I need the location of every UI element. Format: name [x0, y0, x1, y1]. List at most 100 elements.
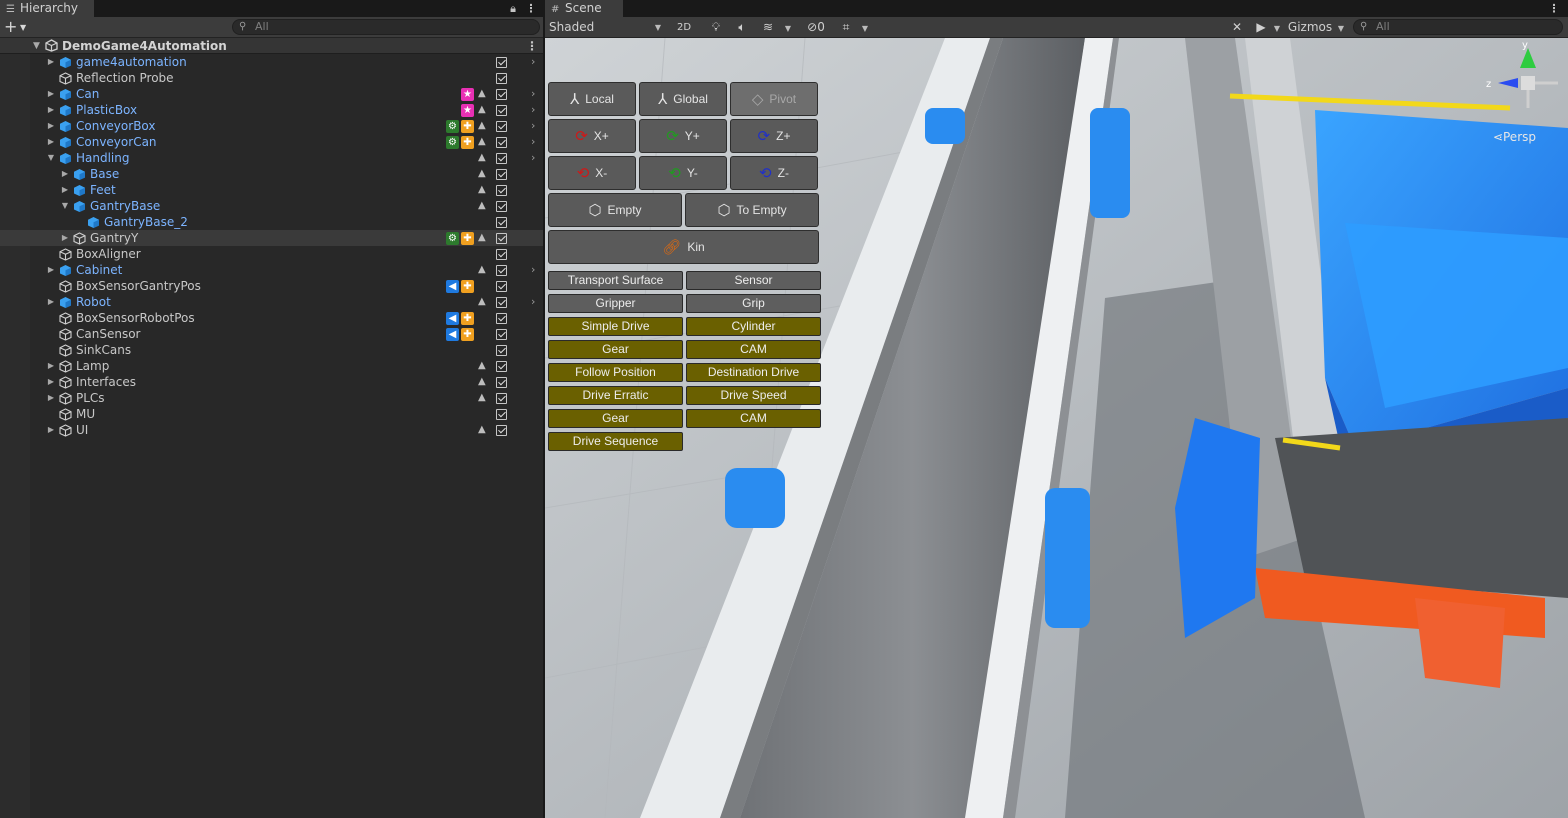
visibility-icon[interactable]: ▲ — [478, 390, 490, 406]
expand-arrow-icon[interactable]: ▶ — [46, 358, 56, 374]
hierarchy-search-input[interactable]: ⚲ All — [232, 19, 540, 35]
audio-icon[interactable]: 🔈︎ — [731, 18, 753, 37]
chevron-right-icon[interactable]: › — [531, 294, 535, 310]
tab-hierarchy[interactable]: ☰ Hierarchy — [0, 0, 94, 17]
chevron-right-icon[interactable]: › — [531, 118, 535, 134]
gear-icon[interactable]: ⚙ — [446, 232, 459, 245]
visibility-icon[interactable]: ▲ — [478, 358, 490, 374]
component-button-drive-erratic[interactable]: Drive Erratic — [548, 386, 683, 405]
active-checkbox[interactable] — [496, 329, 507, 340]
sensor-icon[interactable]: ◀ — [446, 328, 459, 341]
plus-icon[interactable]: ✚ — [461, 328, 474, 341]
plus-icon[interactable]: ✚ — [461, 312, 474, 325]
active-checkbox[interactable] — [496, 265, 507, 276]
expand-arrow-icon[interactable]: ▶ — [60, 182, 70, 198]
scene-root-row[interactable]: ▼ DemoGame4Automation ⋮ — [0, 38, 543, 54]
collapse-arrow-icon[interactable]: ▼ — [60, 198, 70, 214]
hierarchy-row[interactable]: ▶ PlasticBox ★ ▲ › — [0, 102, 543, 118]
hierarchy-row[interactable]: GantryBase_2 — [0, 214, 543, 230]
chevron-right-icon[interactable]: › — [531, 150, 535, 166]
effects-dropdown-icon[interactable]: ▼ — [781, 18, 795, 37]
active-checkbox[interactable] — [496, 233, 507, 244]
hierarchy-row[interactable]: SinkCans — [0, 342, 543, 358]
visibility-icon[interactable]: ▲ — [478, 230, 490, 246]
z-minus-button[interactable]: ⟲ Z- — [730, 156, 818, 190]
hierarchy-row[interactable]: MU — [0, 406, 543, 422]
visibility-icon[interactable]: ▲ — [478, 374, 490, 390]
expand-arrow-icon[interactable]: ▶ — [60, 230, 70, 246]
hierarchy-row[interactable]: ▶ Base ▲ — [0, 166, 543, 182]
grid-dropdown-icon[interactable]: ▼ — [858, 18, 872, 37]
y-minus-button[interactable]: ⟲ Y- — [639, 156, 727, 190]
visibility-icon[interactable]: ▲ — [478, 182, 490, 198]
sensor-icon[interactable]: ◀ — [446, 280, 459, 293]
visibility-icon[interactable]: ▲ — [478, 150, 490, 166]
gizmos-button[interactable]: Gizmos — [1285, 18, 1335, 37]
active-checkbox[interactable] — [496, 249, 507, 260]
visibility-icon[interactable]: ▲ — [478, 86, 490, 102]
star-icon[interactable]: ★ — [461, 104, 474, 117]
expand-arrow-icon[interactable]: ▶ — [46, 54, 56, 70]
active-checkbox[interactable] — [496, 121, 507, 132]
hierarchy-row[interactable]: BoxAligner — [0, 246, 543, 262]
hierarchy-row[interactable]: ▶ Can ★ ▲ › — [0, 86, 543, 102]
active-checkbox[interactable] — [496, 377, 507, 388]
active-checkbox[interactable] — [496, 201, 507, 212]
active-checkbox[interactable] — [496, 297, 507, 308]
component-button-drive-sequence[interactable]: Drive Sequence — [548, 432, 683, 451]
component-button-simple-drive[interactable]: Simple Drive — [548, 317, 683, 336]
component-button-gripper[interactable]: Gripper — [548, 294, 683, 313]
visibility-icon[interactable]: ▲ — [478, 166, 490, 182]
visibility-icon[interactable]: ▲ — [478, 102, 490, 118]
component-button-cam[interactable]: CAM — [686, 340, 821, 359]
plus-icon[interactable]: ✚ — [461, 136, 474, 149]
collapse-arrow-icon[interactable]: ▼ — [46, 150, 56, 166]
expand-arrow-icon[interactable]: ▶ — [46, 294, 56, 310]
active-checkbox[interactable] — [496, 137, 507, 148]
active-checkbox[interactable] — [496, 185, 507, 196]
plus-icon[interactable]: ✚ — [461, 280, 474, 293]
chevron-right-icon[interactable]: › — [531, 102, 535, 118]
visibility-icon[interactable]: ▲ — [478, 422, 490, 438]
active-checkbox[interactable] — [496, 281, 507, 292]
center-cube[interactable] — [1521, 76, 1535, 90]
sensor-icon[interactable]: ◀ — [446, 312, 459, 325]
expand-arrow-icon[interactable]: ▶ — [46, 374, 56, 390]
component-button-drive-speed[interactable]: Drive Speed — [686, 386, 821, 405]
hierarchy-row[interactable]: ▶ ConveyorBox ⚙ ✚ ▲ › — [0, 118, 543, 134]
hierarchy-row[interactable]: ▶ Lamp ▲ — [0, 358, 543, 374]
scene-kebab-menu-icon[interactable]: ⋮ — [1547, 0, 1561, 17]
tab-scene[interactable]: # Scene — [545, 0, 623, 17]
component-button-transport-surface[interactable]: Transport Surface — [548, 271, 683, 290]
active-checkbox[interactable] — [496, 105, 507, 116]
plus-icon[interactable]: ✚ — [461, 120, 474, 133]
hierarchy-row[interactable]: ▼ GantryBase ▲ — [0, 198, 543, 214]
active-checkbox[interactable] — [496, 153, 507, 164]
expand-arrow-icon[interactable]: ▶ — [46, 102, 56, 118]
pivot-button[interactable]: ◇ Pivot — [730, 82, 818, 116]
x-plus-button[interactable]: ⟳ X+ — [548, 119, 636, 153]
chevron-right-icon[interactable]: › — [531, 134, 535, 150]
hierarchy-row[interactable]: ▶ Interfaces ▲ — [0, 374, 543, 390]
orientation-gizmo[interactable]: y z — [1478, 38, 1568, 128]
visibility-icon[interactable]: ▲ — [478, 262, 490, 278]
visibility-icon[interactable]: ▲ — [478, 134, 490, 150]
tools-icon[interactable]: ✕ — [1227, 18, 1247, 37]
chevron-right-icon[interactable]: › — [531, 86, 535, 102]
scene-kebab-icon[interactable]: ⋮ — [526, 38, 538, 54]
lock-icon[interactable]: 🔒︎ — [506, 0, 520, 17]
camera-dropdown-icon[interactable]: ▼ — [1271, 18, 1283, 37]
hierarchy-row[interactable]: ▼ Handling ▲ › — [0, 150, 543, 166]
x-minus-button[interactable]: ⟲ X- — [548, 156, 636, 190]
expand-arrow-icon[interactable]: ▶ — [46, 118, 56, 134]
component-button-destination-drive[interactable]: Destination Drive — [686, 363, 821, 382]
expand-arrow-icon[interactable]: ▶ — [46, 134, 56, 150]
hierarchy-row[interactable]: BoxSensorRobotPos ◀ ✚ — [0, 310, 543, 326]
hierarchy-row[interactable]: ▶ UI ▲ — [0, 422, 543, 438]
expand-arrow-icon[interactable]: ▶ — [46, 262, 56, 278]
create-button[interactable]: + ▼ — [4, 18, 30, 36]
active-checkbox[interactable] — [496, 57, 507, 68]
local-button[interactable]: ⅄ Local — [548, 82, 636, 116]
hierarchy-row[interactable]: ▶ Feet ▲ — [0, 182, 543, 198]
hierarchy-row[interactable]: ▶ game4automation › — [0, 54, 543, 70]
